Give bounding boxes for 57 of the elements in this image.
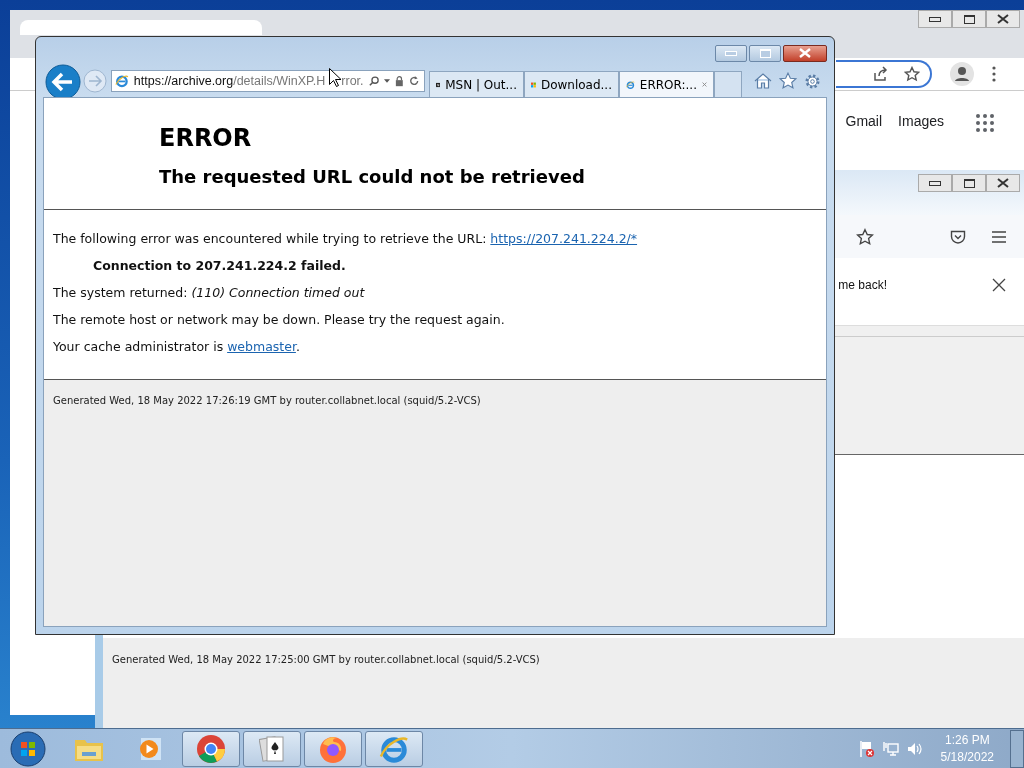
- footer-text: Generated Wed, 18 May 2022 17:25:00 GMT by router.collabnet.local (squid/5.2-VCS): [112, 654, 540, 665]
- browser-tab[interactable]: Download...: [524, 71, 619, 97]
- notification-text: me back!: [838, 277, 887, 292]
- browser-tab[interactable]: MSN | Out...: [429, 71, 524, 97]
- star-icon[interactable]: [779, 72, 797, 90]
- back-button[interactable]: [45, 63, 81, 100]
- menu-icon[interactable]: [992, 66, 996, 82]
- mouse-cursor-icon: [329, 68, 341, 87]
- close-icon: [996, 178, 1010, 188]
- lock-icon[interactable]: [395, 75, 404, 87]
- header-link[interactable]: Images: [898, 113, 944, 129]
- url-link[interactable]: https://207.241.224.2/*: [490, 231, 638, 246]
- taskbar-button[interactable]: [365, 730, 423, 767]
- failure-message: Connection to 207.241.224.2 failed.: [93, 258, 346, 274]
- close-icon[interactable]: [992, 277, 1006, 292]
- close-button[interactable]: [986, 174, 1020, 192]
- star-icon[interactable]: [904, 66, 920, 82]
- webmaster-link[interactable]: webmaster: [227, 339, 296, 354]
- profile-icon[interactable]: [950, 62, 974, 86]
- system-message: The system returned: (110) Connection timed out: [53, 285, 365, 301]
- pocket-icon[interactable]: [950, 229, 966, 244]
- taskbar-button[interactable]: [182, 730, 240, 767]
- home-icon[interactable]: [754, 73, 772, 89]
- cards-icon: [259, 733, 285, 764]
- star-icon[interactable]: [856, 227, 874, 246]
- apps-grid-icon[interactable]: [976, 114, 994, 132]
- error-sentence: The following error was encountered while trying to retrieve the URL: https://207.241.224.2/*: [53, 231, 638, 247]
- close-icon: [798, 48, 812, 58]
- close-icon: [996, 14, 1010, 24]
- header-link[interactable]: Gmail: [845, 113, 883, 129]
- maximize-button[interactable]: [952, 10, 986, 28]
- address-field[interactable]: https://archive.org/details/WinXP.H rror.: [111, 70, 425, 92]
- taskbar-button[interactable]: [304, 730, 362, 767]
- media-player-icon: [137, 735, 163, 762]
- browser-tab[interactable]: ERROR:...: [619, 71, 714, 97]
- refresh-icon[interactable]: [408, 75, 419, 87]
- footer-text: Generated Wed, 18 May 2022 17:26:19 GMT by router.collabnet.local (squid/5.2-VCS): [53, 395, 481, 406]
- share-icon[interactable]: [872, 66, 888, 82]
- search-icon[interactable]: [368, 75, 379, 87]
- taskbar-button[interactable]: [243, 730, 301, 767]
- settings-icon[interactable]: [804, 72, 821, 90]
- close-button[interactable]: [783, 44, 827, 62]
- minimize-button[interactable]: [918, 10, 952, 28]
- flag-warning-icon[interactable]: [858, 739, 875, 758]
- start-button[interactable]: [10, 730, 46, 767]
- close-button[interactable]: [986, 10, 1020, 28]
- remote-message: The remote host or network may be down. Please try the request again.: [53, 312, 505, 328]
- error-heading: ERROR: [159, 124, 252, 152]
- ie-logo-icon: [115, 73, 129, 89]
- minimize-button[interactable]: [918, 174, 952, 192]
- chrome-logo-icon: [196, 733, 226, 764]
- dropdown-icon[interactable]: [383, 79, 390, 83]
- maximize-button[interactable]: [952, 174, 986, 192]
- menu-icon[interactable]: [992, 230, 1006, 243]
- address-field[interactable]: [836, 60, 932, 88]
- admin-sentence: Your cache administrator is webmaster.: [53, 339, 300, 355]
- error-subheading: The requested URL could not be retrieved: [159, 166, 585, 187]
